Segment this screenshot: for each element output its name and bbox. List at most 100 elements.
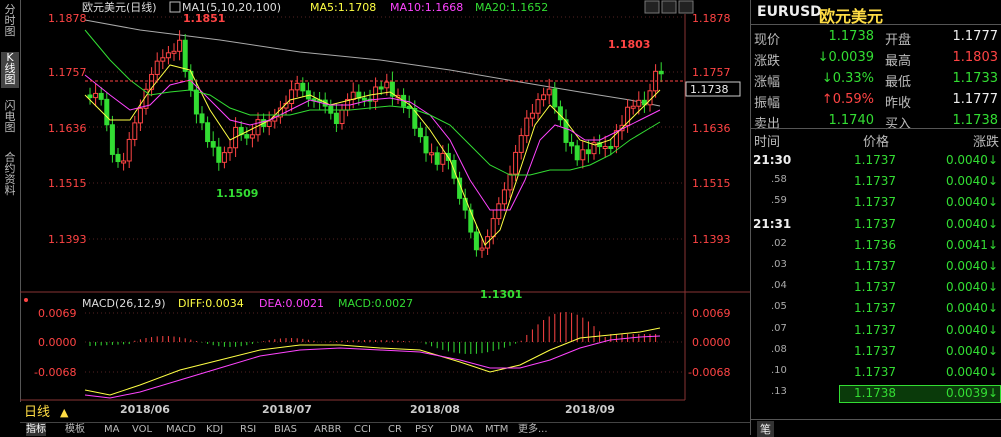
candle-body [227, 147, 233, 154]
candle-body [636, 99, 642, 107]
macd-settings-icon[interactable] [24, 298, 28, 302]
tab-ma[interactable]: MA [104, 423, 119, 436]
candle-body [193, 89, 199, 115]
quote-label: 卖出 [754, 117, 781, 132]
ma20-line [84, 29, 661, 176]
chart-prev-button[interactable] [644, 0, 660, 14]
tick-price: 1.1736 [854, 237, 896, 252]
candle-body [608, 145, 614, 149]
tick-price: 1.1738 [854, 386, 896, 401]
price-tick-left-4: 1.1393 [48, 233, 87, 246]
candle-body [574, 145, 580, 161]
tick-price: 1.1737 [854, 322, 896, 337]
tab-bias[interactable]: BIAS [274, 423, 297, 436]
candle-body [580, 149, 586, 161]
candle-body [513, 151, 519, 175]
quote-label: 最高 [885, 54, 912, 69]
tab-kdj[interactable]: KDJ [206, 423, 223, 436]
candle-body [333, 112, 339, 125]
tick-time: .02 [771, 237, 787, 249]
tick-change: 0.0040↓ [945, 174, 998, 189]
tick-row: .02 1.1736 0.0041↓ [751, 235, 1001, 256]
candle-body [479, 247, 485, 251]
candle-body [378, 86, 384, 90]
tick-price: 1.1737 [854, 280, 896, 295]
tick-change: 0.0040↓ [945, 259, 998, 273]
tab-mtm[interactable]: MTM [485, 423, 508, 436]
tick-row: 21:31 1.1737 0.0040↓ [751, 214, 1001, 235]
x-label-0: 2018/06 [120, 403, 170, 416]
tab-psy[interactable]: PSY [415, 423, 434, 436]
price-tick-left-1: 1.1757 [48, 66, 87, 79]
tick-row: .03 1.1737 0.0040↓ [751, 256, 1001, 277]
candle-body [104, 98, 110, 126]
tick-row: .05 1.1737 0.0040↓ [751, 298, 1001, 319]
tick-change: 0.0040↓ [945, 365, 998, 379]
candle-body [647, 90, 653, 106]
tick-change: 0.0040↓ [945, 301, 998, 316]
candle-body [115, 153, 121, 163]
candle-body [569, 141, 575, 147]
tab-macd[interactable]: MACD [166, 423, 196, 436]
chart-next-button[interactable] [661, 0, 677, 14]
quote-value: ↑0.59% [821, 92, 874, 107]
candle-body [249, 134, 255, 139]
tab-indicator[interactable]: 指标 [26, 423, 46, 436]
candle-body [630, 105, 636, 109]
candle-body [177, 39, 183, 52]
tab-template[interactable]: 模板 [65, 423, 85, 436]
tick-time: 21:30 [753, 153, 792, 167]
tab-more[interactable]: 更多... [518, 423, 548, 436]
candle-body [535, 99, 541, 114]
quote-value: 1.1777 [952, 29, 999, 44]
sidebar-item-kline[interactable]: K 线 图 [1, 52, 19, 88]
candle-body [384, 81, 390, 89]
tab-cr[interactable]: CR [388, 423, 402, 436]
sidebar-item-contract-info[interactable]: 合 约 资 料 [1, 152, 19, 202]
quote-row: 振幅 ↑0.59% 昨收 1.1777 [751, 89, 1001, 111]
price-tick-right-3: 1.1515 [692, 177, 731, 190]
candle-body [87, 94, 93, 99]
macd-tick-right-2: -0.0068 [688, 366, 730, 379]
sidebar-item-flash[interactable]: 闪 电 图 [1, 100, 19, 136]
candle-body [154, 60, 160, 75]
candle-body [160, 57, 166, 62]
quote-label: 最低 [885, 75, 912, 90]
quote-label: 买入 [885, 117, 912, 132]
candle-body [546, 88, 552, 96]
x-label-1: 2018/07 [262, 403, 312, 416]
candle-body [339, 109, 345, 125]
tick-change: 0.0041↓ [945, 237, 998, 252]
x-label-3: 2018/09 [565, 403, 615, 416]
price-tick-right-4: 1.1393 [692, 233, 731, 246]
quote-label: 昨收 [885, 96, 912, 111]
quote-value: 1.1738 [952, 113, 999, 128]
chart-zoom-button[interactable] [678, 0, 694, 14]
ma-toggle-icon[interactable] [169, 1, 181, 13]
tick-row: .04 1.1737 0.0040↓ [751, 277, 1001, 298]
sidebar-item-timeshare[interactable]: 分 时 图 [1, 4, 19, 40]
tab-dma[interactable]: DMA [450, 423, 473, 436]
annotation-low-mid: 1.1301 [480, 288, 522, 301]
tick-price: 1.1737 [854, 174, 896, 189]
tick-row: .07 1.1737 0.0040↓ [751, 320, 1001, 341]
tab-arbr[interactable]: ARBR [314, 423, 342, 436]
candle-body [417, 127, 423, 138]
tab-vol[interactable]: VOL [132, 423, 152, 436]
quote-label: 振幅 [754, 96, 781, 111]
quote-value: 1.1740 [828, 113, 875, 128]
tick-time: .13 [771, 386, 787, 398]
price-tick-right-2: 1.1636 [692, 122, 731, 135]
tick-price: 1.1737 [854, 343, 896, 358]
candle-body [182, 39, 188, 72]
view-sidebar: 分 时 图 K 线 图 闪 电 图 合 约 资 料 [0, 0, 21, 420]
candle-body [434, 152, 440, 165]
tab-rsi[interactable]: RSI [240, 423, 256, 436]
kline-chart[interactable]: 欧元美元(日线) MA1(5,10,20,100) MA5:1.1708 MA1… [20, 0, 750, 422]
candle-body [524, 117, 530, 137]
ticks-header-price: 价格 [863, 135, 890, 150]
tick-time: .05 [771, 301, 787, 313]
candle-body [585, 149, 591, 155]
tab-cci[interactable]: CCI [354, 423, 371, 436]
candle-body [149, 73, 155, 90]
